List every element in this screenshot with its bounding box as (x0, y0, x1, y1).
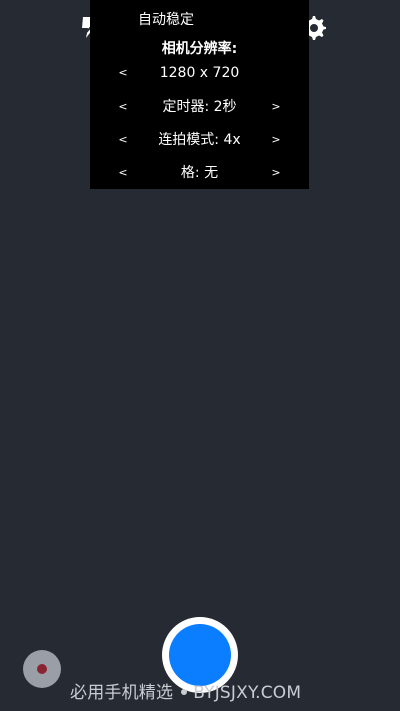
burst-next-button[interactable]: > (262, 125, 290, 155)
grid-row: < 格: 无 > (90, 158, 309, 188)
grid-next-button[interactable]: > (262, 158, 290, 188)
watermark-text-right: BYJSJXY.COM (193, 683, 302, 703)
resolution-row: < 1280 x 720 (90, 58, 309, 88)
gallery-button[interactable] (23, 650, 61, 688)
gallery-icon (37, 664, 47, 674)
resolution-value: 1280 x 720 (159, 65, 240, 81)
burst-mode-row: < 连拍模式: 4x > (90, 125, 309, 155)
timer-next-button[interactable]: > (262, 92, 290, 122)
watermark-text-left: 必用手机精选 (70, 683, 174, 703)
watermark-separator (181, 688, 188, 695)
auto-stabilize-title[interactable]: 自动稳定 (138, 9, 194, 29)
burst-mode-value: 连拍模式: 4x (158, 132, 241, 148)
camera-settings-panel: 自动稳定 相机分辨率: < 1280 x 720 < 定时器: 2秒 > < 连… (90, 0, 309, 189)
timer-value: 定时器: 2秒 (162, 99, 237, 115)
camera-resolution-label: 相机分辨率: (161, 41, 238, 57)
watermark: 必用手机精选 BYJSJXY.COM (70, 678, 301, 703)
grid-value: 格: 无 (180, 165, 219, 181)
shutter-inner-circle (169, 624, 231, 686)
timer-row: < 定时器: 2秒 > (90, 92, 309, 122)
